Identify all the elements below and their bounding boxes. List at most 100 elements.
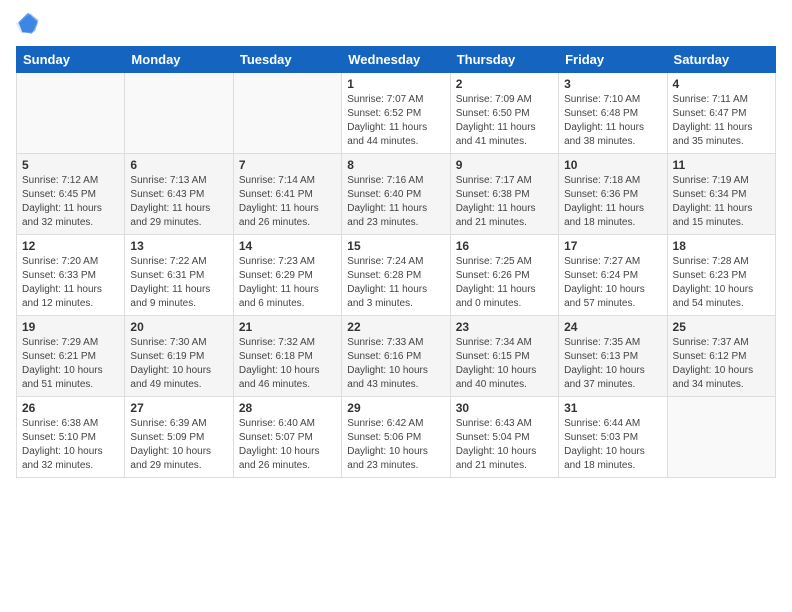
calendar-cell: 24Sunrise: 7:35 AMSunset: 6:13 PMDayligh… [559, 316, 667, 397]
day-info: Sunrise: 7:32 AMSunset: 6:18 PMDaylight:… [239, 336, 336, 392]
column-header-sunday: Sunday [17, 47, 125, 73]
day-info: Sunrise: 7:19 AMSunset: 6:34 PMDaylight:… [673, 174, 770, 230]
day-info: Sunrise: 7:20 AMSunset: 6:33 PMDaylight:… [22, 255, 119, 311]
day-info: Sunrise: 7:34 AMSunset: 6:15 PMDaylight:… [456, 336, 553, 392]
calendar-cell: 9 Sunrise: 7:17 AMSunset: 6:38 PMDaylight… [450, 154, 558, 235]
column-header-friday: Friday [559, 47, 667, 73]
calendar-cell: 29 Sunrise: 6:42 AMSunset: 5:06 PMDayligh… [342, 397, 450, 478]
day-number: 30 [456, 401, 553, 415]
day-number: 14 [239, 239, 336, 253]
calendar-cell: 8Sunrise: 7:16 AMSunset: 6:40 PMDaylight… [342, 154, 450, 235]
calendar-cell: 16 Sunrise: 7:25 AMSunset: 6:26 PMDayligh… [450, 235, 558, 316]
column-header-saturday: Saturday [667, 47, 775, 73]
day-info: Sunrise: 7:11 AMSunset: 6:47 PMDaylight:… [673, 93, 770, 149]
day-number: 18 [673, 239, 770, 253]
logo [16, 12, 44, 36]
calendar-cell: 28 Sunrise: 6:40 AMSunset: 5:07 PMDayligh… [233, 397, 341, 478]
day-info: Sunrise: 7:07 AMSunset: 6:52 PMDaylight:… [347, 93, 444, 149]
day-number: 6 [130, 158, 227, 172]
calendar-cell: 5Sunrise: 7:12 AMSunset: 6:45 PMDaylight… [17, 154, 125, 235]
calendar-cell: 13 Sunrise: 7:22 AMSunset: 6:31 PMDayligh… [125, 235, 233, 316]
day-number: 10 [564, 158, 661, 172]
calendar-cell: 1 Sunrise: 7:07 AMSunset: 6:52 PMDaylight… [342, 73, 450, 154]
calendar-cell: 23 Sunrise: 7:34 AMSunset: 6:15 PMDayligh… [450, 316, 558, 397]
calendar-cell: 21 Sunrise: 7:32 AMSunset: 6:18 PMDayligh… [233, 316, 341, 397]
day-number: 15 [347, 239, 444, 253]
day-info: Sunrise: 7:13 AMSunset: 6:43 PMDaylight:… [130, 174, 227, 230]
day-number: 19 [22, 320, 119, 334]
day-number: 7 [239, 158, 336, 172]
column-header-thursday: Thursday [450, 47, 558, 73]
day-info: Sunrise: 7:24 AMSunset: 6:28 PMDaylight:… [347, 255, 444, 311]
day-info: Sunrise: 7:17 AMSunset: 6:38 PMDaylight:… [456, 174, 553, 230]
calendar-cell: 30 Sunrise: 6:43 AMSunset: 5:04 PMDayligh… [450, 397, 558, 478]
day-info: Sunrise: 7:29 AMSunset: 6:21 PMDaylight:… [22, 336, 119, 392]
calendar-cell: 2Sunrise: 7:09 AMSunset: 6:50 PMDaylight… [450, 73, 558, 154]
calendar-header-row: SundayMondayTuesdayWednesdayThursdayFrid… [17, 47, 776, 73]
calendar-cell [17, 73, 125, 154]
day-info: Sunrise: 7:14 AMSunset: 6:41 PMDaylight:… [239, 174, 336, 230]
calendar-cell: 6 Sunrise: 7:13 AMSunset: 6:43 PMDaylight… [125, 154, 233, 235]
day-number: 9 [456, 158, 553, 172]
calendar-table: SundayMondayTuesdayWednesdayThursdayFrid… [16, 46, 776, 478]
day-info: Sunrise: 7:23 AMSunset: 6:29 PMDaylight:… [239, 255, 336, 311]
day-info: Sunrise: 6:43 AMSunset: 5:04 PMDaylight:… [456, 417, 553, 473]
calendar-cell [125, 73, 233, 154]
calendar-cell: 7 Sunrise: 7:14 AMSunset: 6:41 PMDaylight… [233, 154, 341, 235]
calendar-cell: 4 Sunrise: 7:11 AMSunset: 6:47 PMDaylight… [667, 73, 775, 154]
calendar-cell: 15 Sunrise: 7:24 AMSunset: 6:28 PMDayligh… [342, 235, 450, 316]
calendar-cell [233, 73, 341, 154]
column-header-wednesday: Wednesday [342, 47, 450, 73]
day-info: Sunrise: 7:09 AMSunset: 6:50 PMDaylight:… [456, 93, 553, 149]
day-number: 27 [130, 401, 227, 415]
day-number: 17 [564, 239, 661, 253]
day-number: 5 [22, 158, 119, 172]
calendar-cell: 12 Sunrise: 7:20 AMSunset: 6:33 PMDayligh… [17, 235, 125, 316]
calendar-cell: 20 Sunrise: 7:30 AMSunset: 6:19 PMDayligh… [125, 316, 233, 397]
day-number: 16 [456, 239, 553, 253]
day-number: 12 [22, 239, 119, 253]
calendar-cell: 26 Sunrise: 6:38 AMSunset: 5:10 PMDayligh… [17, 397, 125, 478]
calendar-cell: 18Sunrise: 7:28 AMSunset: 6:23 PMDayligh… [667, 235, 775, 316]
day-number: 1 [347, 77, 444, 91]
day-number: 31 [564, 401, 661, 415]
day-number: 21 [239, 320, 336, 334]
calendar-cell: 27 Sunrise: 6:39 AMSunset: 5:09 PMDayligh… [125, 397, 233, 478]
day-info: Sunrise: 6:40 AMSunset: 5:07 PMDaylight:… [239, 417, 336, 473]
day-info: Sunrise: 6:38 AMSunset: 5:10 PMDaylight:… [22, 417, 119, 473]
day-number: 23 [456, 320, 553, 334]
day-number: 26 [22, 401, 119, 415]
day-info: Sunrise: 7:35 AMSunset: 6:13 PMDaylight:… [564, 336, 661, 392]
column-header-monday: Monday [125, 47, 233, 73]
day-number: 3 [564, 77, 661, 91]
calendar-cell: 31 Sunrise: 6:44 AMSunset: 5:03 PMDayligh… [559, 397, 667, 478]
calendar-cell: 17 Sunrise: 7:27 AMSunset: 6:24 PMDayligh… [559, 235, 667, 316]
column-header-tuesday: Tuesday [233, 47, 341, 73]
day-info: Sunrise: 7:25 AMSunset: 6:26 PMDaylight:… [456, 255, 553, 311]
day-number: 28 [239, 401, 336, 415]
day-number: 13 [130, 239, 227, 253]
day-number: 8 [347, 158, 444, 172]
page-header [16, 12, 776, 36]
calendar-week-row: 26 Sunrise: 6:38 AMSunset: 5:10 PMDayligh… [17, 397, 776, 478]
day-info: Sunrise: 7:37 AMSunset: 6:12 PMDaylight:… [673, 336, 770, 392]
day-info: Sunrise: 6:39 AMSunset: 5:09 PMDaylight:… [130, 417, 227, 473]
day-info: Sunrise: 6:44 AMSunset: 5:03 PMDaylight:… [564, 417, 661, 473]
calendar-cell: 25 Sunrise: 7:37 AMSunset: 6:12 PMDayligh… [667, 316, 775, 397]
day-number: 20 [130, 320, 227, 334]
day-info: Sunrise: 7:30 AMSunset: 6:19 PMDaylight:… [130, 336, 227, 392]
calendar-week-row: 1 Sunrise: 7:07 AMSunset: 6:52 PMDaylight… [17, 73, 776, 154]
calendar-week-row: 5Sunrise: 7:12 AMSunset: 6:45 PMDaylight… [17, 154, 776, 235]
calendar-cell: 3 Sunrise: 7:10 AMSunset: 6:48 PMDaylight… [559, 73, 667, 154]
day-number: 4 [673, 77, 770, 91]
calendar-cell: 14 Sunrise: 7:23 AMSunset: 6:29 PMDayligh… [233, 235, 341, 316]
day-number: 29 [347, 401, 444, 415]
day-info: Sunrise: 7:27 AMSunset: 6:24 PMDaylight:… [564, 255, 661, 311]
calendar-cell: 11Sunrise: 7:19 AMSunset: 6:34 PMDayligh… [667, 154, 775, 235]
day-info: Sunrise: 7:22 AMSunset: 6:31 PMDaylight:… [130, 255, 227, 311]
day-info: Sunrise: 7:10 AMSunset: 6:48 PMDaylight:… [564, 93, 661, 149]
day-info: Sunrise: 6:42 AMSunset: 5:06 PMDaylight:… [347, 417, 444, 473]
calendar-week-row: 12 Sunrise: 7:20 AMSunset: 6:33 PMDayligh… [17, 235, 776, 316]
day-number: 25 [673, 320, 770, 334]
day-info: Sunrise: 7:33 AMSunset: 6:16 PMDaylight:… [347, 336, 444, 392]
